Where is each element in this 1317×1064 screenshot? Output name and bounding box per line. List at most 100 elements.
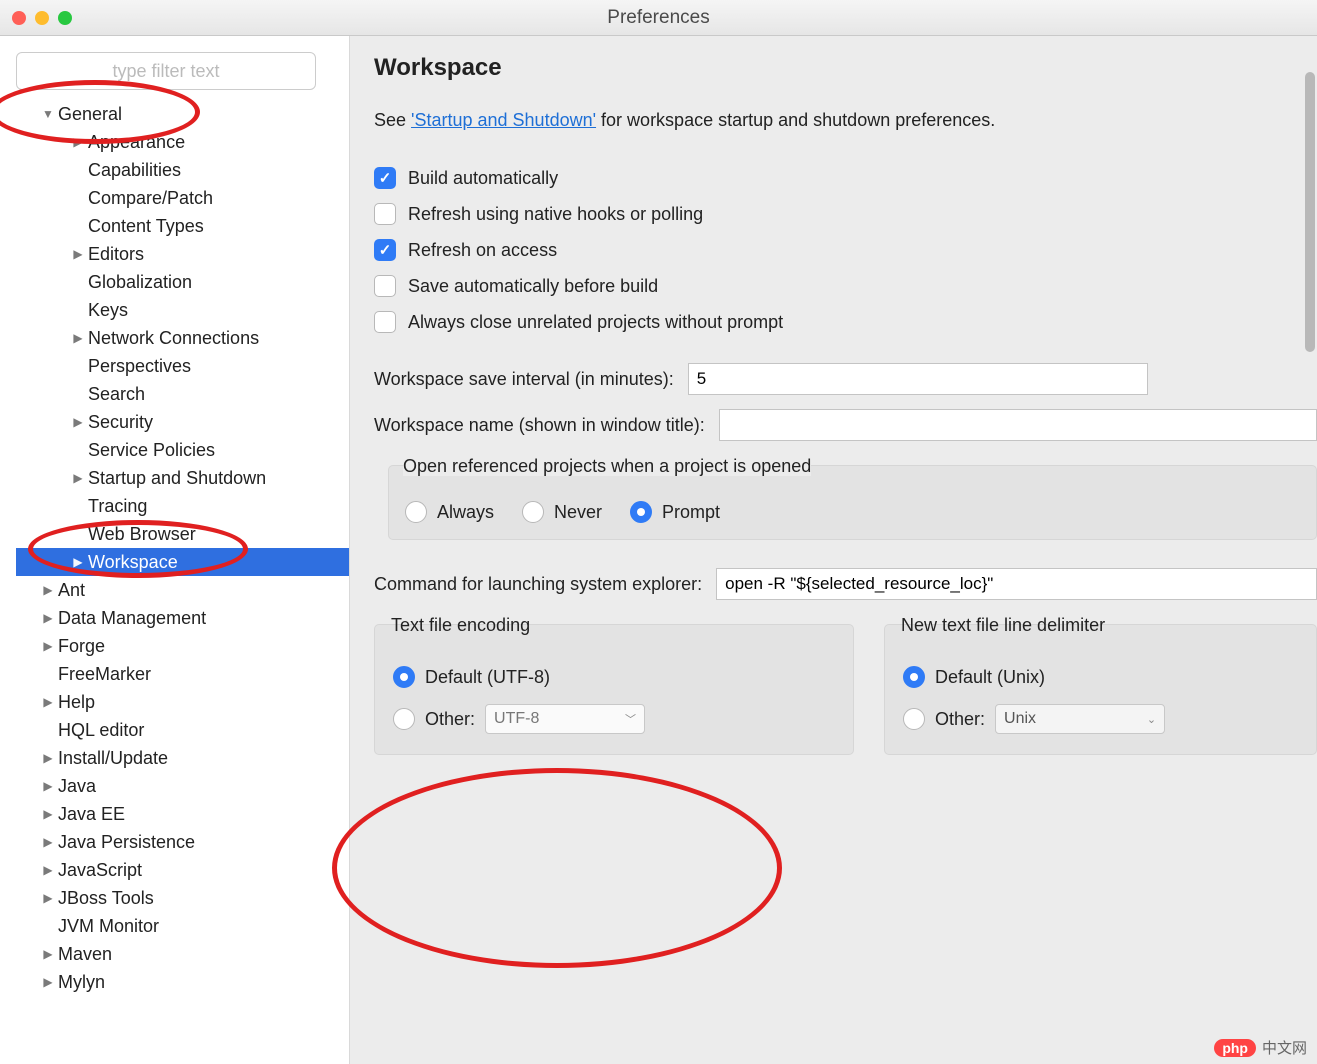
tree-item[interactable]: ▶Web Browser xyxy=(16,520,329,548)
tree-item[interactable]: ▶Service Policies xyxy=(16,436,329,464)
tree-item[interactable]: ▶Java xyxy=(16,772,329,800)
tree-item[interactable]: ▶Startup and Shutdown xyxy=(16,464,329,492)
build-automatically-row[interactable]: Build automatically xyxy=(374,167,1317,189)
see-startup-text: See 'Startup and Shutdown' for workspace… xyxy=(374,110,1317,131)
disclosure-down-icon[interactable]: ▼ xyxy=(40,100,56,128)
delim-default-radio[interactable] xyxy=(903,666,925,688)
tree-item-label: Mylyn xyxy=(58,968,105,996)
zoom-window-icon[interactable] xyxy=(58,11,72,25)
close-unrelated-checkbox[interactable] xyxy=(374,311,396,333)
refresh-access-row[interactable]: Refresh on access xyxy=(374,239,1317,261)
tree-item-label: JVM Monitor xyxy=(58,912,159,940)
explorer-cmd-input[interactable] xyxy=(716,568,1317,600)
disclosure-right-icon[interactable]: ▶ xyxy=(40,772,56,800)
minimize-window-icon[interactable] xyxy=(35,11,49,25)
tree-item[interactable]: ▶Forge xyxy=(16,632,329,660)
sidebar-scrollbar[interactable] xyxy=(1305,48,1315,948)
disclosure-right-icon[interactable]: ▶ xyxy=(70,128,86,156)
tree-item[interactable]: ▼General xyxy=(16,100,329,128)
open-ref-prompt[interactable]: Prompt xyxy=(630,501,720,523)
tree-item[interactable]: ▶Workspace xyxy=(16,548,349,576)
tree-item[interactable]: ▶Keys xyxy=(16,296,329,324)
tree-item-label: Capabilities xyxy=(88,156,181,184)
tree-item[interactable]: ▶Capabilities xyxy=(16,156,329,184)
see-suffix: for workspace startup and shutdown prefe… xyxy=(596,110,995,130)
filter-input[interactable] xyxy=(16,52,316,90)
disclosure-right-icon[interactable]: ▶ xyxy=(70,240,86,268)
watermark-text: 中文网 xyxy=(1262,1037,1307,1058)
save-before-build-checkbox[interactable] xyxy=(374,275,396,297)
refresh-native-checkbox[interactable] xyxy=(374,203,396,225)
disclosure-right-icon[interactable]: ▶ xyxy=(40,632,56,660)
save-before-build-row[interactable]: Save automatically before build xyxy=(374,275,1317,297)
tree-item[interactable]: ▶Maven xyxy=(16,940,329,968)
window-title: Preferences xyxy=(0,7,1317,29)
delim-other[interactable]: Other: Unix ⌄ xyxy=(903,704,1298,734)
open-ref-never[interactable]: Never xyxy=(522,501,602,523)
tree-item[interactable]: ▶Network Connections xyxy=(16,324,329,352)
disclosure-right-icon[interactable]: ▶ xyxy=(70,324,86,352)
disclosure-right-icon[interactable]: ▶ xyxy=(40,884,56,912)
disclosure-right-icon[interactable]: ▶ xyxy=(40,576,56,604)
build-automatically-checkbox[interactable] xyxy=(374,167,396,189)
encoding-default[interactable]: Default (UTF-8) xyxy=(393,666,835,688)
tree-item[interactable]: ▶FreeMarker xyxy=(16,660,329,688)
tree-item[interactable]: ▶Perspectives xyxy=(16,352,329,380)
close-window-icon[interactable] xyxy=(12,11,26,25)
tree-item[interactable]: ▶JBoss Tools xyxy=(16,884,329,912)
tree-item[interactable]: ▶HQL editor xyxy=(16,716,329,744)
tree-item[interactable]: ▶Data Management xyxy=(16,604,329,632)
disclosure-right-icon[interactable]: ▶ xyxy=(40,800,56,828)
tree-item[interactable]: ▶Editors xyxy=(16,240,329,268)
disclosure-right-icon[interactable]: ▶ xyxy=(40,968,56,996)
save-interval-input[interactable] xyxy=(688,363,1148,395)
preference-tree: ▼General▶Appearance▶Capabilities▶Compare… xyxy=(16,100,349,1064)
disclosure-right-icon[interactable]: ▶ xyxy=(70,408,86,436)
startup-shutdown-link[interactable]: 'Startup and Shutdown' xyxy=(411,110,596,130)
tree-item-label: Ant xyxy=(58,576,85,604)
tree-item[interactable]: ▶Appearance xyxy=(16,128,329,156)
refresh-access-checkbox[interactable] xyxy=(374,239,396,261)
disclosure-right-icon[interactable]: ▶ xyxy=(40,688,56,716)
tree-item[interactable]: ▶Ant xyxy=(16,576,329,604)
delim-other-label: Other: xyxy=(935,709,985,730)
refresh-native-row[interactable]: Refresh using native hooks or polling xyxy=(374,203,1317,225)
build-automatically-label: Build automatically xyxy=(408,168,558,189)
tree-item[interactable]: ▶Security xyxy=(16,408,329,436)
delim-other-radio[interactable] xyxy=(903,708,925,730)
delim-default[interactable]: Default (Unix) xyxy=(903,666,1298,688)
scrollbar-thumb[interactable] xyxy=(1305,72,1315,352)
open-ref-prompt-radio[interactable] xyxy=(630,501,652,523)
disclosure-right-icon[interactable]: ▶ xyxy=(70,464,86,492)
tree-item-label: Perspectives xyxy=(88,352,191,380)
encoding-other-select[interactable]: UTF-8 ﹀ xyxy=(485,704,645,734)
delim-other-select[interactable]: Unix ⌄ xyxy=(995,704,1165,734)
tree-item[interactable]: ▶JVM Monitor xyxy=(16,912,329,940)
disclosure-right-icon[interactable]: ▶ xyxy=(40,940,56,968)
tree-item[interactable]: ▶JavaScript xyxy=(16,856,329,884)
disclosure-right-icon[interactable]: ▶ xyxy=(40,828,56,856)
page-title: Workspace xyxy=(374,54,1317,82)
tree-item[interactable]: ▶Help xyxy=(16,688,329,716)
tree-item[interactable]: ▶Mylyn xyxy=(16,968,329,996)
disclosure-right-icon[interactable]: ▶ xyxy=(40,856,56,884)
tree-item[interactable]: ▶Search xyxy=(16,380,329,408)
tree-item[interactable]: ▶Install/Update xyxy=(16,744,329,772)
disclosure-right-icon[interactable]: ▶ xyxy=(40,604,56,632)
encoding-default-radio[interactable] xyxy=(393,666,415,688)
open-ref-never-radio[interactable] xyxy=(522,501,544,523)
tree-item[interactable]: ▶Java EE xyxy=(16,800,329,828)
disclosure-right-icon[interactable]: ▶ xyxy=(70,548,86,576)
tree-item[interactable]: ▶Globalization xyxy=(16,268,329,296)
tree-item[interactable]: ▶Tracing xyxy=(16,492,329,520)
encoding-other[interactable]: Other: UTF-8 ﹀ xyxy=(393,704,835,734)
tree-item[interactable]: ▶Compare/Patch xyxy=(16,184,329,212)
encoding-other-radio[interactable] xyxy=(393,708,415,730)
close-unrelated-row[interactable]: Always close unrelated projects without … xyxy=(374,311,1317,333)
open-ref-always[interactable]: Always xyxy=(405,501,494,523)
tree-item[interactable]: ▶Content Types xyxy=(16,212,329,240)
open-ref-always-radio[interactable] xyxy=(405,501,427,523)
disclosure-right-icon[interactable]: ▶ xyxy=(40,744,56,772)
workspace-name-input[interactable] xyxy=(719,409,1317,441)
tree-item[interactable]: ▶Java Persistence xyxy=(16,828,329,856)
